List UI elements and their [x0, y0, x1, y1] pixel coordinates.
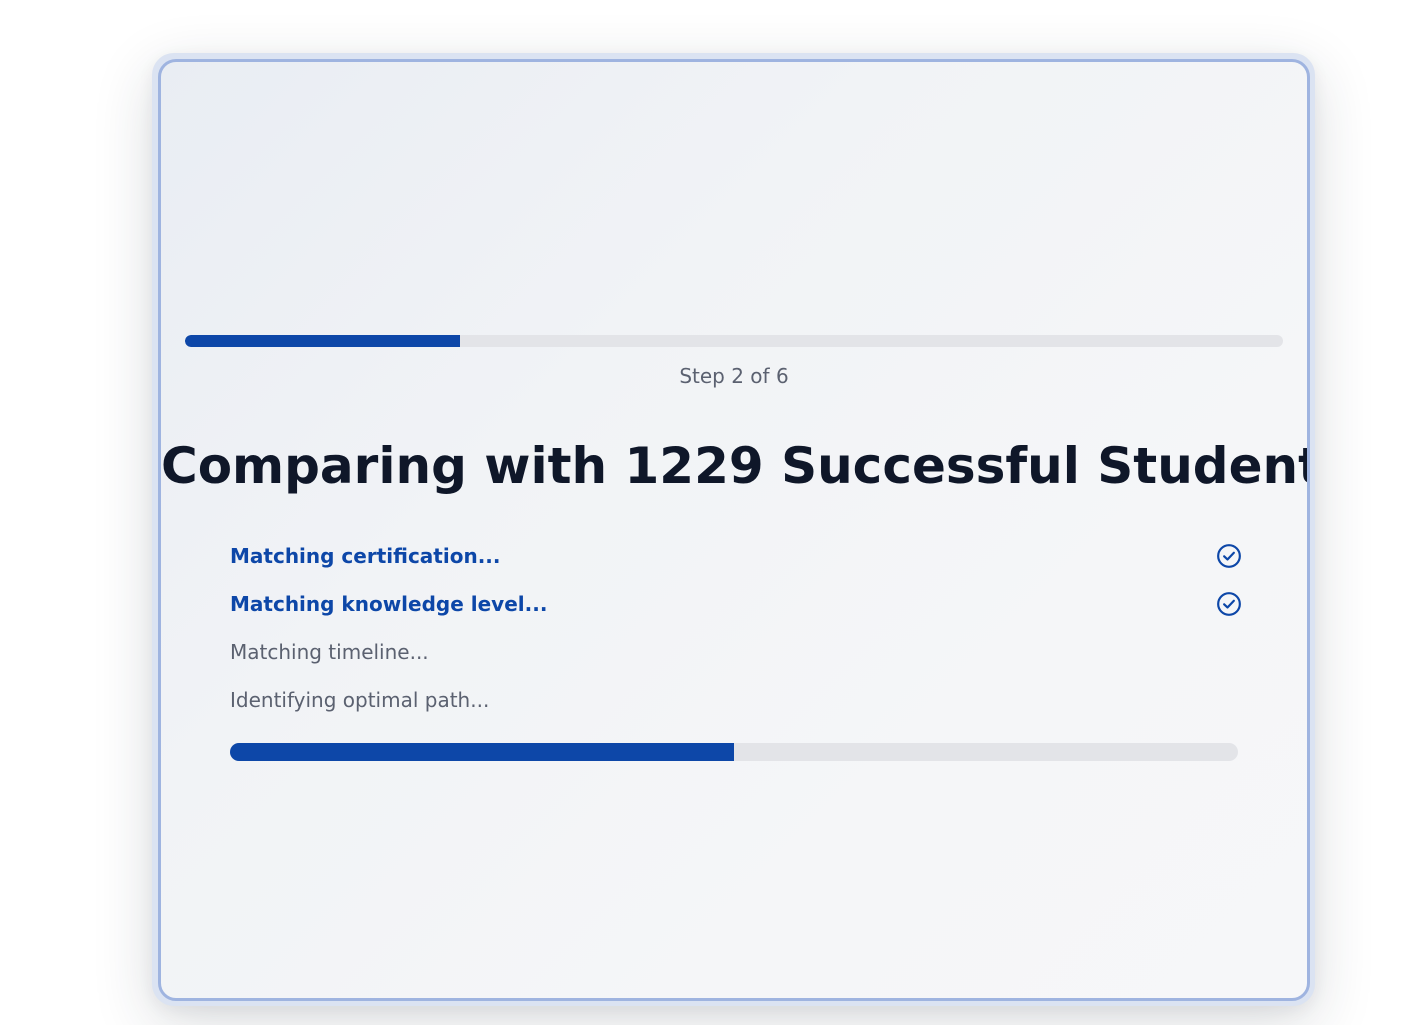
matching-progress-bar — [230, 743, 1238, 761]
check-circle-icon — [1217, 544, 1241, 568]
checklist-item-label: Matching knowledge level... — [230, 592, 548, 616]
checklist-item-timeline: Matching timeline... — [230, 628, 1242, 676]
checklist-item-knowledge-level: Matching knowledge level... — [230, 580, 1242, 628]
loading-card: Step 2 of 6 Comparing with 1229 Successf… — [158, 59, 1310, 1001]
checklist-item-certification: Matching certification... — [230, 532, 1242, 580]
matching-progress-fill — [230, 743, 734, 761]
check-circle-icon — [1217, 592, 1241, 616]
step-progress-fill — [185, 335, 460, 347]
matching-checklist: Matching certification... Matching knowl… — [230, 532, 1242, 724]
checklist-item-label: Identifying optimal path... — [230, 688, 490, 712]
checklist-item-label: Matching timeline... — [230, 640, 429, 664]
checklist-item-label: Matching certification... — [230, 544, 501, 568]
checklist-item-optimal-path: Identifying optimal path... — [230, 676, 1242, 724]
page-title: Comparing with 1229 Successful Students — [161, 437, 1310, 495]
step-indicator: Step 2 of 6 — [679, 364, 789, 388]
step-progress-bar — [185, 335, 1283, 347]
